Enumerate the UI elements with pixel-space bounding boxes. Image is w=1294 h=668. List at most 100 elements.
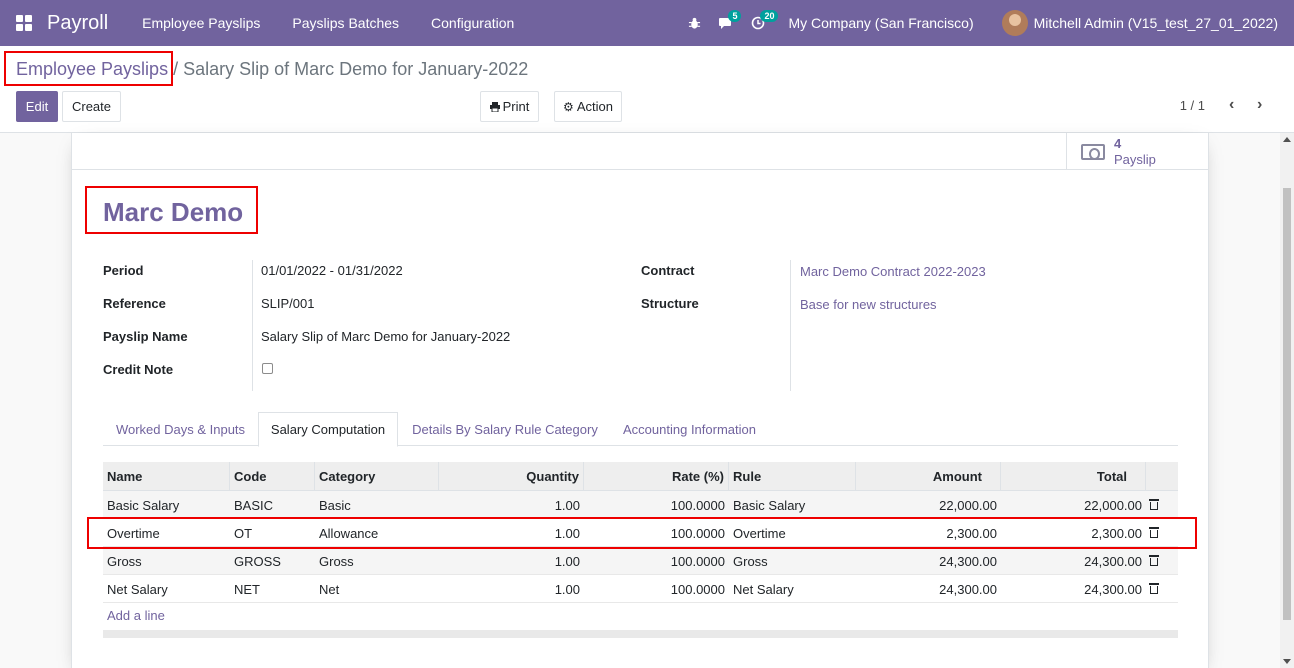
pager-next-icon[interactable]: › — [1257, 96, 1262, 114]
gear-icon: ⚙ — [563, 99, 574, 114]
activity-clock-icon[interactable]: 20 — [742, 0, 779, 46]
money-icon — [1081, 143, 1105, 160]
cell-amount: 22,000.00 — [939, 497, 997, 513]
delete-row-icon[interactable] — [1149, 499, 1159, 511]
breadcrumb-employee-payslips[interactable]: Employee Payslips — [16, 59, 168, 79]
structure-link[interactable]: Base for new structures — [800, 297, 937, 312]
table-row[interactable]: Net Salary NET Net 1.00 100.0000 Net Sal… — [103, 575, 1178, 603]
delete-row-icon[interactable] — [1149, 583, 1159, 595]
chat-icon[interactable]: 5 — [710, 0, 742, 46]
cell-total: 2,300.00 — [1091, 525, 1142, 541]
edit-button[interactable]: Edit — [16, 91, 58, 122]
pager-previous-icon[interactable]: ‹ — [1229, 96, 1234, 114]
tab-accounting-information[interactable]: Accounting Information — [612, 412, 767, 446]
cell-rule: Gross — [733, 553, 768, 569]
cell-rate: 100.0000 — [670, 497, 725, 513]
cell-code: OT — [234, 525, 253, 541]
cell-category: Allowance — [319, 525, 379, 541]
tab-worked-days-inputs[interactable]: Worked Days & Inputs — [103, 412, 258, 446]
notebook-tabs: Worked Days & Inputs Salary Computation … — [103, 412, 1178, 447]
period-label: Period — [103, 263, 144, 278]
action-label: Action — [576, 99, 613, 114]
col-name[interactable]: Name — [103, 462, 230, 491]
col-quantity[interactable]: Quantity — [439, 462, 584, 491]
action-button[interactable]: ⚙ Action — [554, 91, 622, 122]
delete-row-icon[interactable] — [1149, 527, 1159, 539]
payslip-name-label: Payslip Name — [103, 329, 188, 344]
tab-details-by-salary-rule-category[interactable]: Details By Salary Rule Category — [400, 412, 610, 446]
structure-label: Structure — [641, 296, 699, 311]
cell-category: Basic — [319, 497, 351, 513]
cell-name: Basic Salary — [107, 497, 180, 513]
cell-total: 24,300.00 — [1084, 553, 1142, 569]
user-avatar[interactable] — [1001, 10, 1028, 36]
col-rate[interactable]: Rate (%) — [584, 462, 729, 491]
delete-row-icon[interactable] — [1149, 555, 1159, 567]
scroll-up-arrow-icon[interactable] — [1283, 137, 1291, 142]
cell-category: Gross — [319, 553, 354, 569]
form-sheet: 4 Payslip Marc Demo Period 01/01/2022 - … — [71, 133, 1209, 668]
cell-rate: 100.0000 — [670, 553, 725, 569]
cell-category: Net — [319, 581, 340, 597]
cell-code: NET — [234, 581, 260, 597]
cell-name: Overtime — [107, 525, 160, 541]
table-footer — [103, 630, 1178, 638]
cell-rule: Basic Salary — [733, 497, 806, 513]
payslip-smart-button[interactable]: 4 Payslip — [1066, 133, 1208, 170]
breadcrumb-separator: / — [173, 59, 179, 79]
breadcrumb-current: Salary Slip of Marc Demo for January-202… — [183, 59, 529, 79]
user-menu[interactable]: Mitchell Admin (V15_test_27_01_2022) — [1034, 15, 1278, 31]
col-amount[interactable]: Amount — [856, 462, 1001, 491]
cell-name: Net Salary — [107, 581, 168, 597]
apps-menu-icon[interactable] — [16, 15, 32, 31]
menu-configuration[interactable]: Configuration — [415, 15, 530, 31]
col-category[interactable]: Category — [315, 462, 439, 491]
credit-note-checkbox[interactable] — [262, 363, 273, 374]
top-navbar: Payroll Employee Payslips Payslips Batch… — [0, 0, 1294, 46]
cell-code: GROSS — [234, 553, 281, 569]
contract-label: Contract — [641, 263, 695, 278]
reference-label: Reference — [103, 296, 166, 311]
col-total[interactable]: Total — [1001, 462, 1146, 491]
breadcrumb: Employee Payslips / Salary Slip of Marc … — [16, 59, 528, 80]
menu-payslips-batches[interactable]: Payslips Batches — [276, 15, 415, 31]
contract-link[interactable]: Marc Demo Contract 2022-2023 — [800, 264, 986, 279]
debug-bug-icon[interactable] — [678, 0, 710, 46]
table-row[interactable]: Basic Salary BASIC Basic 1.00 100.0000 B… — [103, 491, 1178, 519]
cell-rule: Net Salary — [733, 581, 794, 597]
tab-salary-computation[interactable]: Salary Computation — [258, 412, 398, 447]
cell-total: 24,300.00 — [1084, 581, 1142, 597]
page-scrollbar[interactable] — [1280, 133, 1294, 668]
payslip-count: 4 — [1114, 135, 1122, 151]
app-brand[interactable]: Payroll — [47, 12, 108, 35]
employee-name-title: Marc Demo — [103, 197, 244, 227]
table-header: Name Code Category Quantity Rate (%) Rul… — [103, 462, 1178, 491]
reference-value: SLIP/001 — [261, 296, 315, 311]
print-label: Print — [502, 99, 530, 114]
payslip-name-value: Salary Slip of Marc Demo for January-202… — [261, 329, 511, 344]
scroll-thumb[interactable] — [1283, 188, 1291, 620]
col-rule[interactable]: Rule — [729, 462, 856, 491]
activity-count-badge: 20 — [760, 10, 779, 22]
payslip-label: Payslip — [1114, 151, 1156, 167]
company-switcher[interactable]: My Company (San Francisco) — [788, 15, 973, 31]
cell-rule: Overtime — [733, 525, 786, 541]
field-divider-left — [252, 260, 253, 391]
table-row[interactable]: Overtime OT Allowance 1.00 100.0000 Over… — [103, 519, 1178, 547]
pager-value[interactable]: 1 / 1 — [1180, 98, 1205, 113]
cell-amount: 2,300.00 — [946, 525, 997, 541]
add-line-link[interactable]: Add a line — [107, 608, 165, 623]
cell-rate: 100.0000 — [670, 525, 725, 541]
table-row[interactable]: Gross GROSS Gross 1.00 100.0000 Gross 24… — [103, 547, 1178, 575]
control-panel: Employee Payslips / Salary Slip of Marc … — [0, 46, 1294, 133]
cell-quantity: 1.00 — [554, 581, 580, 597]
cell-rate: 100.0000 — [670, 581, 725, 597]
scroll-down-arrow-icon[interactable] — [1283, 659, 1291, 664]
button-box: 4 Payslip — [72, 133, 1208, 170]
field-divider-right — [790, 260, 791, 391]
col-code[interactable]: Code — [230, 462, 315, 491]
menu-employee-payslips[interactable]: Employee Payslips — [126, 15, 276, 31]
cell-quantity: 1.00 — [554, 553, 580, 569]
print-button[interactable]: Print — [480, 91, 539, 122]
create-button[interactable]: Create — [62, 91, 121, 122]
